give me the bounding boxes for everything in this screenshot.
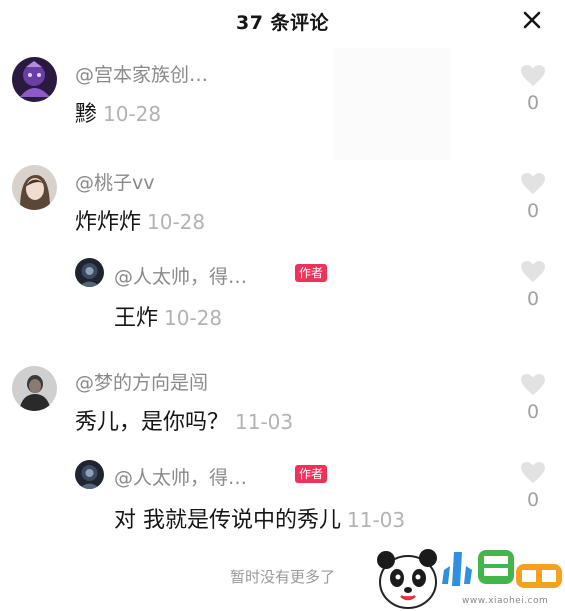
like-count: 0 [526,489,540,511]
avatar-man-photo-icon [12,366,57,411]
reply-username[interactable]: @人太帅，得… [114,463,247,490]
reply-date: 11-03 [347,508,406,532]
avatar-girl-photo-icon [12,165,57,210]
heart-icon [521,374,545,395]
like-count: 0 [526,92,540,114]
comment-text: 秀儿，是你吗？ 11-03 [75,404,293,436]
comment-date: 10-28 [103,102,162,126]
comment-body: 炸炸炸 [75,210,142,235]
author-badge: 作者 [295,264,328,282]
comment-username[interactable]: @宫本家族创… [75,60,208,87]
close-button[interactable] [521,9,543,31]
comment-text: 炸炸炸 10-28 [75,204,205,236]
avatar[interactable] [12,366,57,411]
comment-body: 黪 [75,102,98,127]
comment-username[interactable]: @桃子vv [75,168,155,195]
comments-count-title: 37 条评论 [235,12,330,34]
heart-icon [521,173,545,194]
avatar-purple-character-icon [12,57,57,102]
author-badge: 作者 [295,465,328,483]
comment-username[interactable]: @梦的方向是闯 [75,368,208,395]
comment-body: 秀儿，是你吗？ [75,410,230,435]
watermark-url: www.xiaohei.com [462,596,549,606]
close-icon [523,11,541,29]
like-button[interactable]: 0 [513,373,553,423]
comments-panel: 37 条评论 @宫本家族创… 黪 10-28 0 @桃子vv 炸炸炸 10-28… [0,0,565,611]
heart-icon [521,462,545,483]
comment-date: 11-03 [235,410,294,434]
heart-icon [521,261,545,282]
reply-avatar[interactable] [75,460,104,489]
like-count: 0 [526,200,540,222]
watermark-logo: www.xiaohei.com [370,540,565,611]
like-button[interactable]: 0 [513,461,553,511]
avatar-dark-round-icon [75,258,104,287]
like-button[interactable]: 0 [513,260,553,310]
reply-text: 王炸 10-28 [114,300,222,332]
reply-text: 对 我就是传说中的秀儿 11-03 [114,502,405,534]
reply-date: 10-28 [164,306,223,330]
comments-header: 37 条评论 [0,0,565,42]
avatar[interactable] [12,165,57,210]
reply-body: 对 我就是传说中的秀儿 [114,508,341,533]
reply-avatar[interactable] [75,258,104,287]
comment-text: 黪 10-28 [75,96,161,128]
avatar-dark-round-icon [75,460,104,489]
like-count: 0 [526,401,540,423]
like-button[interactable]: 0 [513,172,553,222]
comment-date: 10-28 [147,210,206,234]
like-count: 0 [526,288,540,310]
reply-body: 王炸 [114,306,159,331]
like-button[interactable]: 0 [513,64,553,114]
reply-username[interactable]: @人太帅，得… [114,262,247,289]
image-placeholder [333,48,451,160]
avatar[interactable] [12,57,57,102]
heart-icon [521,65,545,86]
